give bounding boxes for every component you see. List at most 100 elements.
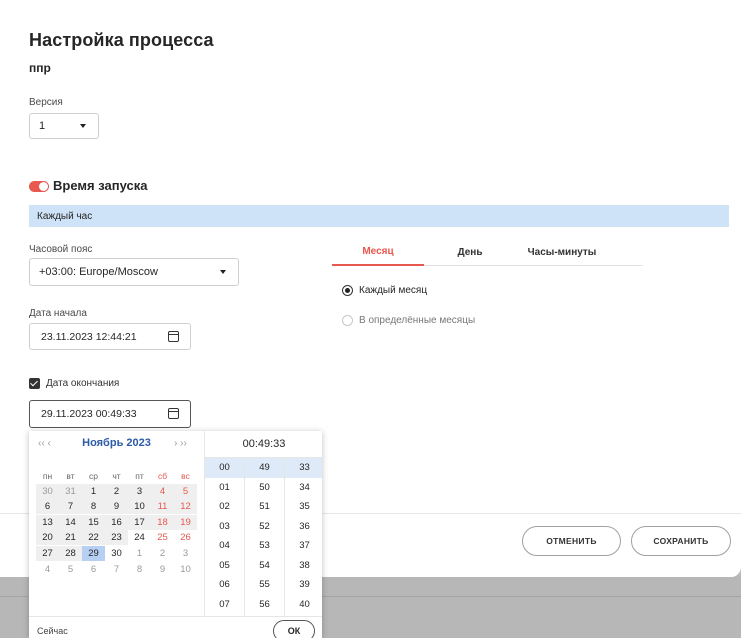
time-option[interactable]: 07 (205, 595, 244, 615)
calendar-day[interactable]: 7 (105, 562, 128, 577)
calendar-day[interactable]: 12 (174, 499, 197, 515)
end-date-value: 29.11.2023 00:49:33 (41, 408, 137, 420)
time-option[interactable]: 52 (245, 517, 284, 537)
calendar-day[interactable]: 4 (151, 483, 174, 499)
radio-selected-icon (342, 285, 353, 296)
cancel-button[interactable]: ОТМЕНИТЬ (522, 526, 621, 556)
start-date-label: Дата начала (29, 308, 87, 319)
version-select[interactable]: 1 (29, 113, 99, 139)
weekday-header: чт (112, 470, 121, 481)
calendar-panel: ‹‹ ‹ Ноябрь 2023 › ›› пн вт ср чт пт сб вс 30 31… (29, 431, 204, 616)
calendar-day[interactable]: 16 (105, 514, 128, 530)
time-option[interactable]: 55 (245, 575, 284, 595)
calendar-day[interactable]: 9 (151, 562, 174, 577)
time-option[interactable]: 56 (245, 595, 284, 615)
end-date-checkbox[interactable] (29, 378, 40, 389)
version-value: 1 (39, 120, 46, 132)
calendar-day[interactable]: 5 (59, 562, 82, 577)
tab-day[interactable]: День (424, 238, 516, 266)
time-option[interactable]: 36 (285, 517, 322, 537)
calendar-day[interactable]: 30 (36, 483, 59, 499)
calendar-day[interactable]: 20 (36, 530, 59, 546)
start-date-input[interactable]: 23.11.2023 12:44:21 (29, 323, 191, 350)
calendar-day[interactable]: 8 (82, 499, 105, 515)
calendar-day[interactable]: 15 (82, 514, 105, 530)
calendar-day[interactable]: 28 (59, 546, 82, 561)
calendar-day[interactable]: 18 (151, 514, 174, 530)
calendar-day[interactable]: 17 (128, 514, 151, 530)
calendar-day[interactable]: 26 (174, 530, 197, 545)
calendar-day[interactable]: 31 (59, 483, 82, 499)
calendar-day[interactable]: 1 (82, 483, 105, 499)
weekday-header: ср (89, 470, 98, 481)
end-date-input[interactable]: 29.11.2023 00:49:33 (29, 400, 191, 428)
weekday-header: вт (66, 470, 75, 481)
calendar-day[interactable]: 6 (36, 499, 59, 515)
time-option[interactable]: 51 (245, 497, 284, 517)
minutes-column[interactable]: 49 50 51 52 53 54 55 56 (245, 458, 284, 614)
calendar-day[interactable]: 23 (105, 530, 128, 546)
time-option[interactable]: 02 (205, 497, 244, 517)
calendar-day[interactable]: 19 (174, 514, 197, 530)
end-date-label: Дата окончания (46, 378, 120, 389)
seconds-column[interactable]: 33 34 35 36 37 38 39 40 (285, 458, 322, 614)
calendar-day[interactable]: 8 (128, 562, 151, 577)
calendar-day[interactable]: 13 (36, 514, 59, 530)
time-option[interactable]: 05 (205, 556, 244, 576)
time-option[interactable]: 49 (245, 458, 284, 478)
tab-hours-minutes[interactable]: Часы-минуты (516, 238, 608, 266)
chevron-down-icon (220, 270, 226, 274)
save-button[interactable]: СОХРАНИТЬ (631, 526, 731, 556)
time-option[interactable]: 35 (285, 497, 322, 517)
time-option[interactable]: 03 (205, 517, 244, 537)
calendar-icon[interactable] (168, 408, 179, 419)
calendar-icon[interactable] (168, 330, 179, 342)
hours-column[interactable]: 00 01 02 03 04 05 06 07 (205, 458, 244, 614)
calendar-day[interactable]: 21 (59, 530, 82, 546)
now-link[interactable]: Сейчас (37, 626, 68, 636)
time-option[interactable]: 53 (245, 536, 284, 556)
time-option[interactable]: 40 (285, 595, 322, 615)
time-option[interactable]: 01 (205, 478, 244, 498)
time-option[interactable]: 54 (245, 556, 284, 576)
ok-button[interactable]: ОК (273, 620, 315, 638)
time-option[interactable]: 04 (205, 536, 244, 556)
time-option[interactable]: 34 (285, 478, 322, 498)
radio-empty-icon (342, 315, 353, 326)
calendar-day[interactable]: 10 (128, 499, 151, 515)
time-option[interactable]: 00 (205, 458, 244, 478)
calendar-day[interactable]: 5 (174, 483, 197, 499)
calendar-day[interactable]: 4 (36, 562, 59, 577)
calendar-day[interactable]: 2 (105, 483, 128, 499)
calendar-day[interactable]: 11 (151, 499, 174, 515)
calendar-day[interactable]: 29 (82, 546, 105, 561)
time-option[interactable]: 38 (285, 556, 322, 576)
calendar-day[interactable]: 6 (82, 562, 105, 577)
tab-month[interactable]: Месяц (332, 238, 424, 266)
calendar-day[interactable]: 9 (105, 499, 128, 515)
calendar-day[interactable]: 10 (174, 562, 197, 577)
calendar-day[interactable]: 1 (128, 546, 151, 561)
time-option[interactable]: 39 (285, 575, 322, 595)
weekday-header: пн (42, 470, 53, 481)
calendar-day[interactable]: 2 (151, 546, 174, 561)
calendar-day[interactable]: 25 (151, 530, 174, 545)
timezone-select[interactable]: +03:00: Europe/Moscow (29, 258, 239, 286)
calendar-day[interactable]: 27 (36, 546, 59, 561)
calendar-day[interactable]: 22 (82, 530, 105, 546)
calendar-day[interactable]: 14 (59, 514, 82, 530)
time-value: 00:49:33 (205, 431, 322, 458)
radio-specific-months[interactable]: В определённые месяцы (342, 315, 475, 326)
time-option[interactable]: 33 (285, 458, 322, 478)
calendar-day[interactable]: 3 (128, 483, 151, 499)
calendar-day[interactable]: 3 (174, 546, 197, 561)
time-option[interactable]: 50 (245, 478, 284, 498)
radio-every-month[interactable]: Каждый месяц (342, 285, 427, 296)
nav-next-icon[interactable]: › ›› (174, 438, 187, 449)
calendar-day[interactable]: 30 (105, 546, 128, 561)
launch-time-toggle[interactable] (29, 181, 49, 192)
calendar-day[interactable]: 7 (59, 499, 82, 515)
time-option[interactable]: 06 (205, 575, 244, 595)
time-option[interactable]: 37 (285, 536, 322, 556)
calendar-day[interactable]: 24 (128, 530, 151, 545)
